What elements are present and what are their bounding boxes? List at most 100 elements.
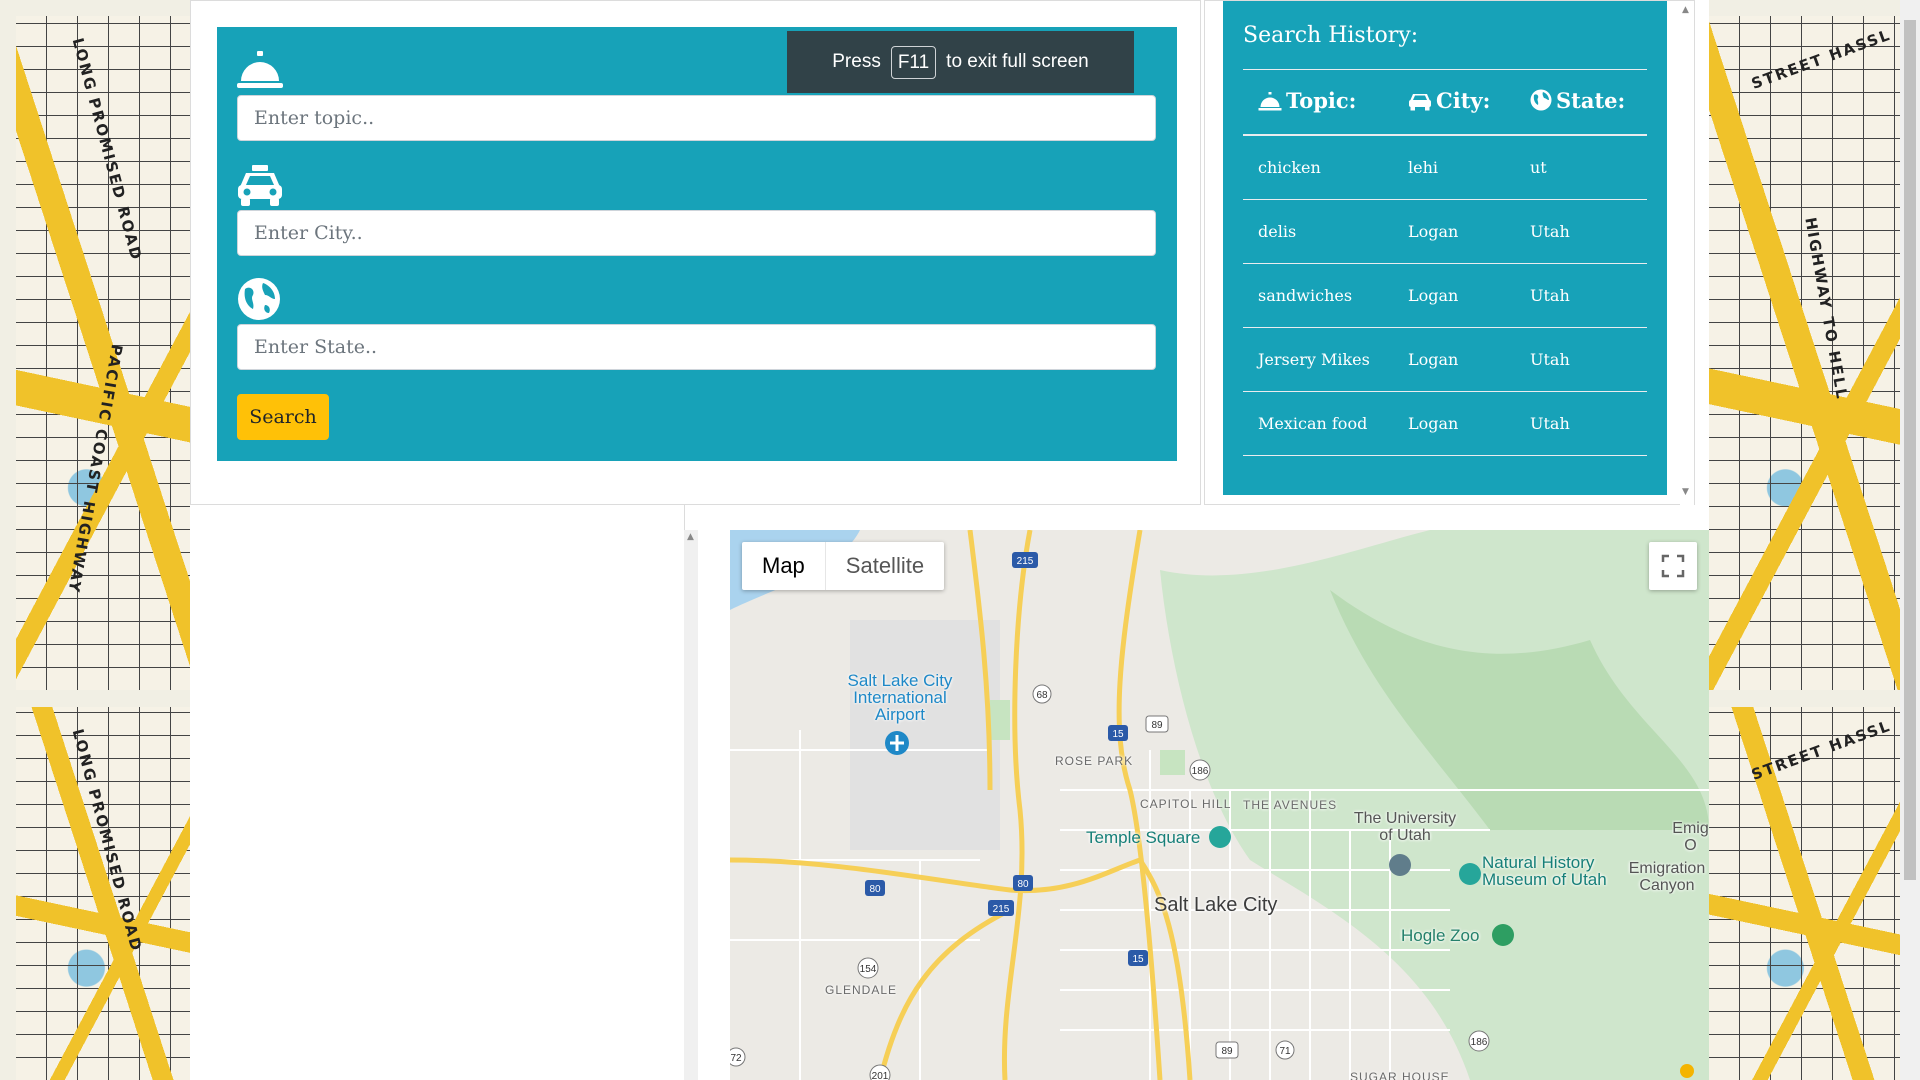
shield-201-label: 201 <box>872 1071 889 1080</box>
lower-left-panel <box>190 505 685 1080</box>
highway-shield: 15 <box>1108 725 1128 741</box>
history-header-row: Topic: City: State: <box>1243 69 1647 136</box>
background-map-text: STREET HASSL <box>1749 716 1894 784</box>
map-label-the-avenues: THE AVENUES <box>1243 798 1338 812</box>
state-header-label: State: <box>1556 88 1626 113</box>
shield-215b-label: 215 <box>993 904 1010 915</box>
map-label-temple-square[interactable]: Temple Square <box>1086 828 1200 848</box>
shield-186b-label: 186 <box>1471 1037 1488 1048</box>
highway-shield: 201 <box>869 1064 891 1080</box>
map-label-natural-history[interactable]: Natural History Museum of Utah <box>1482 854 1622 888</box>
scroll-down-icon[interactable]: ▼ <box>1682 487 1689 497</box>
toast-press-text: Press <box>832 51 881 72</box>
history-scrollbar[interactable]: ▲ ▼ <box>1680 1 1694 506</box>
car-icon <box>1408 91 1432 116</box>
map-label-hogle-zoo[interactable]: Hogle Zoo <box>1401 926 1479 946</box>
background-map-tile: LONG PROMISED ROAD PACIFIC COAST HIGHWAY <box>16 16 192 690</box>
history-state-cell: Utah <box>1515 391 1647 456</box>
globe-icon <box>1530 89 1552 116</box>
service-bell-icon <box>1258 91 1282 116</box>
background-map-text: STREET HASSL <box>1749 25 1894 93</box>
scroll-up-icon[interactable]: ▲ <box>687 532 694 542</box>
history-city-cell: Logan <box>1393 391 1515 456</box>
shield-215-label: 215 <box>1017 556 1034 567</box>
scroll-up-icon[interactable]: ▲ <box>1682 5 1689 15</box>
background-map-tile: STREET HASSL HIGHWAY TO HELL <box>1709 16 1900 690</box>
history-city-cell: Logan <box>1393 263 1515 328</box>
highway-shield: 15 <box>1128 950 1148 966</box>
toast-key: F11 <box>890 45 937 79</box>
shield-15b-label: 15 <box>1132 954 1144 965</box>
map-type-control: Map Satellite <box>742 542 945 590</box>
topic-input[interactable] <box>237 95 1156 141</box>
highway-shield: 68 <box>1032 684 1052 704</box>
map-type-satellite-button[interactable]: Satellite <box>826 542 944 590</box>
pegman-icon[interactable] <box>1674 1062 1700 1080</box>
map-label-rose-park: ROSE PARK <box>1055 754 1134 768</box>
history-state-cell: Utah <box>1515 327 1647 392</box>
background-map-text: HIGHWAY TO HELL <box>1801 216 1852 402</box>
history-state-cell: Utah <box>1515 199 1647 264</box>
map-label-glendale: GLENDALE <box>825 983 898 997</box>
history-state-cell: ut <box>1515 135 1647 200</box>
map-label-university[interactable]: The University of Utah <box>1345 810 1465 844</box>
search-history-area: Search History: Topic: City: State: chic… <box>1204 0 1695 506</box>
map-label-capitol-hill: CAPITOL HILL <box>1140 797 1232 811</box>
history-city-cell: Logan <box>1393 199 1515 264</box>
shield-80-label: 80 <box>1017 879 1029 890</box>
highway-shield: 186 <box>1189 759 1211 781</box>
history-city-cell: lehi <box>1393 135 1515 200</box>
taxi-icon <box>237 165 283 206</box>
history-row[interactable]: sandwiches Logan Utah <box>1243 263 1647 328</box>
background-map-text: PACIFIC COAST HIGHWAY <box>64 342 126 596</box>
shield-71-label: 71 <box>1279 1046 1291 1057</box>
map-label-emigration: Emigration Canyon <box>1628 860 1706 894</box>
background-map-tile: LONG PROMISED ROAD <box>16 707 192 1080</box>
search-history-table: Topic: City: State: chicken lehi ut deli… <box>1243 69 1647 456</box>
lower-scrollbar[interactable]: ▲ <box>684 530 698 1080</box>
highway-shield: 71 <box>1275 1040 1295 1060</box>
highway-shield: 80 <box>1013 875 1033 891</box>
highway-shield: 154 <box>857 957 879 979</box>
city-input[interactable] <box>237 210 1156 256</box>
history-row[interactable]: delis Logan Utah <box>1243 199 1647 264</box>
map-label-emig: Emig O <box>1672 820 1709 854</box>
history-city-cell: Logan <box>1393 327 1515 392</box>
city-header-label: City: <box>1436 88 1491 113</box>
shield-72-label: 72 <box>730 1053 742 1064</box>
shield-89b-label: 89 <box>1221 1046 1233 1057</box>
topic-column-header: Topic: <box>1243 69 1393 136</box>
history-row[interactable]: Jersery Mikes Logan Utah <box>1243 327 1647 392</box>
history-topic-cell: delis <box>1243 199 1393 264</box>
shield-186-label: 186 <box>1192 766 1209 777</box>
history-row[interactable]: Mexican food Logan Utah <box>1243 391 1647 456</box>
map-fullscreen-button[interactable] <box>1649 542 1697 590</box>
fullscreen-icon <box>1661 554 1685 578</box>
shield-154-label: 154 <box>860 964 877 975</box>
state-input[interactable] <box>237 324 1156 370</box>
highway-shield: 72 <box>730 1047 746 1067</box>
fullscreen-exit-toast: Press F11 to exit full screen <box>787 31 1134 93</box>
highway-shield: 89 <box>1215 1041 1239 1059</box>
history-topic-cell: chicken <box>1243 135 1393 200</box>
background-map-text: LONG PROMISED ROAD <box>68 36 146 264</box>
history-row[interactable]: chicken lehi ut <box>1243 135 1647 200</box>
search-form-area: Search Press F11 to exit full screen <box>190 0 1201 505</box>
background-map-text: LONG PROMISED ROAD <box>68 727 146 955</box>
map-label-airport[interactable]: Salt Lake City International Airport <box>840 672 960 723</box>
shield-89-label: 89 <box>1151 720 1163 731</box>
highway-shield: 215 <box>1012 552 1038 568</box>
window-scrollbar[interactable] <box>1900 0 1920 1080</box>
shield-68-label: 68 <box>1036 690 1048 701</box>
map-label-sugar-house: SUGAR HOUSE <box>1350 1070 1450 1080</box>
map-type-map-button[interactable]: Map <box>742 542 826 590</box>
highway-shield: 215 <box>988 900 1014 916</box>
google-map[interactable]: 215 68 15 89 186 80 80 215 15 154 89 71 … <box>730 530 1709 1080</box>
highway-shield: 89 <box>1145 715 1169 733</box>
highway-shield: 186 <box>1468 1030 1490 1052</box>
toast-message: to exit full screen <box>946 51 1089 72</box>
history-topic-cell: sandwiches <box>1243 263 1393 328</box>
search-button[interactable]: Search <box>237 394 329 440</box>
window-scrollbar-thumb[interactable] <box>1904 20 1916 880</box>
shield-15-label: 15 <box>1112 729 1124 740</box>
